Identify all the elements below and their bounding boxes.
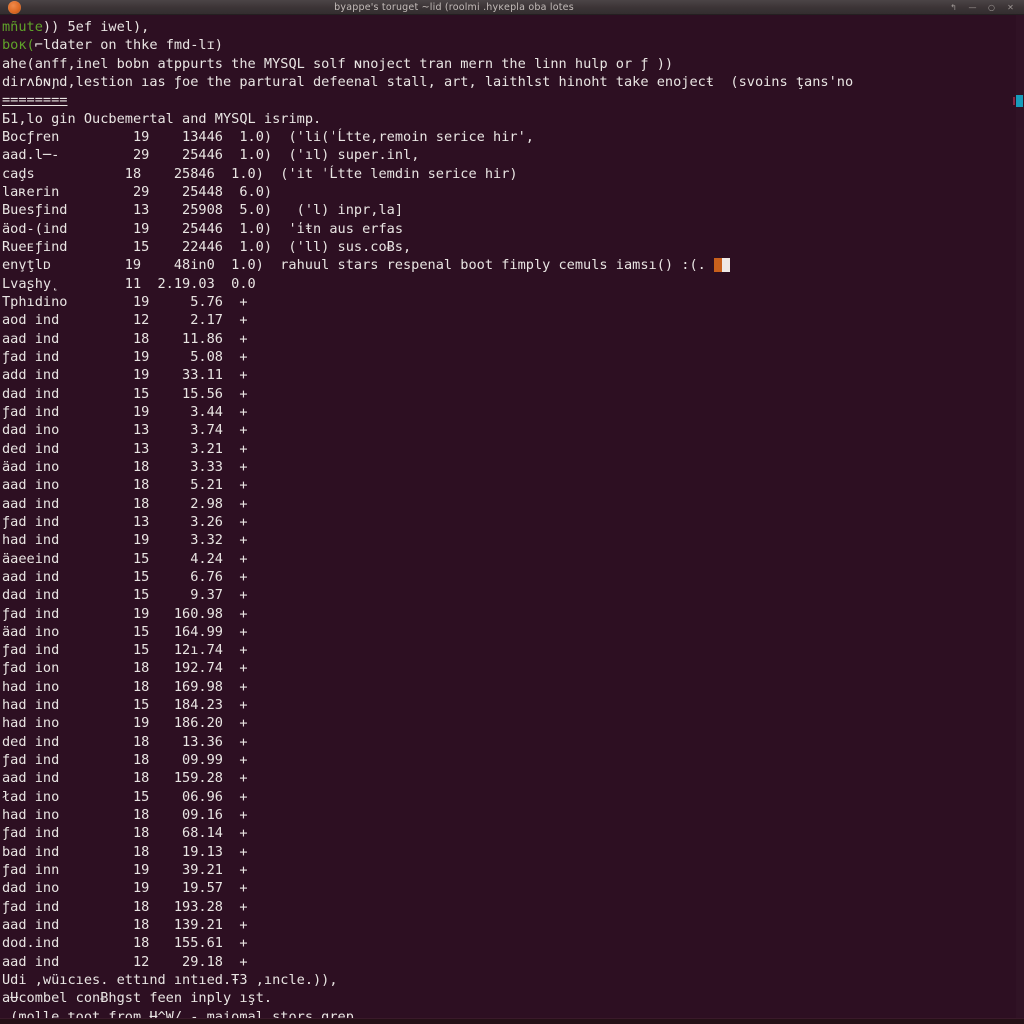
- terminal-header-line: dirʌɓɴɲd,lestion ıas ƒoe the partural de…: [2, 73, 854, 90]
- window-bottom-edge: [0, 1018, 1024, 1024]
- terminal-list-row: ƒad ind 15 12ı.74 +: [2, 642, 248, 659]
- terminal-list-row: ƒad ind 18 68.14 +: [2, 825, 248, 842]
- terminal-list-row: ƒad ind 19 3.44 +: [2, 403, 248, 420]
- terminal-list-row: ƒad ion 18 192.74 +: [2, 660, 248, 677]
- terminal-detail-row: äod-(ind 19 25446 1.0) '̕ıŧn aus erfas: [2, 220, 404, 237]
- terminal-list-row: had ind 19 3.32 +: [2, 532, 248, 549]
- terminal-viewport[interactable]: mñute)) 5ef iwel), boĸ(⌐ldater on thke fm…: [0, 15, 1024, 1024]
- terminal-list-row: ƒad ind 19 5.08 +: [2, 348, 248, 365]
- terminal-list-row: ƒad ind 19 160.98 +: [2, 605, 248, 622]
- terminal-list-header-row: Tphıdino 19 5.76 +: [2, 293, 248, 310]
- terminal-header-line: boĸ(⌐ldater on thke fmd-lɪ): [2, 37, 223, 54]
- terminal-footer-line: aɄcombel conɃhgst feen inply ışt.: [2, 990, 273, 1007]
- terminal-list-row: ded ind 13 3.21 +: [2, 440, 248, 457]
- terminal-scrollbar[interactable]: [1016, 15, 1024, 1024]
- terminal-list-row: äad ino 18 3.33 +: [2, 458, 248, 475]
- terminal-list-row: dad ino 13 3.74 +: [2, 422, 248, 439]
- terminal-list-row: ƒad ind 18 193.28 +: [2, 898, 248, 915]
- terminal-header-line: mñute)) 5ef iwel),: [2, 19, 150, 35]
- terminal-list-row: bad ind 18 19.13 +: [2, 843, 248, 860]
- terminal-list-row: äad ino 15 164.99 +: [2, 623, 248, 640]
- terminal-list-row: dad ind 15 15.56 +: [2, 385, 248, 402]
- terminal-list-row: had ino 18 169.98 +: [2, 678, 248, 695]
- terminal-list-row: aad ind 18 2.98 +: [2, 495, 248, 512]
- maximize-button[interactable]: ○: [987, 3, 996, 12]
- window-controls: ↰ — ○ ✕: [949, 3, 1024, 12]
- terminal-rule: ========: [2, 92, 68, 109]
- terminal-list-row: aad ind 12 29.18 +: [2, 953, 248, 970]
- terminal-detail-row: aad.l─- 29 25446 1.0) ('ıl) super.inl,: [2, 147, 420, 164]
- terminal-list-row: aad ind 15 6.76 +: [2, 568, 248, 585]
- terminal-header-line: ahe(anff,inel bobn atppurts the MYSQL so…: [2, 55, 674, 72]
- terminal-detail-row: env̧ţlᴅ 19 48in0 1.0) rahuul stars respe…: [2, 256, 1024, 274]
- terminal-list-row: ƒad ind 18 09.99 +: [2, 752, 248, 769]
- terminal-list-row: had ind 15 184.23 +: [2, 697, 248, 714]
- terminal-list-row: ƒad inn 19 39.21 +: [2, 862, 248, 879]
- scrollbar-thumb[interactable]: [1016, 95, 1023, 107]
- terminal-list-row: dad ino 19 19.57 +: [2, 880, 248, 897]
- terminal-list-row: had ino 18 09.16 +: [2, 807, 248, 824]
- terminal-section-heading: Ƃ1,lo gin Oucbemertal and MYSQL isrimp.: [2, 110, 322, 127]
- terminal-list-row: aad ind 18 139.21 +: [2, 917, 248, 934]
- terminal-list-row: aad ind 18 159.28 +: [2, 770, 248, 787]
- minimize-button[interactable]: —: [968, 3, 977, 12]
- terminal-list-row: ded ind 18 13.36 +: [2, 733, 248, 750]
- terminal-list-row: aad ino 18 5.21 +: [2, 477, 248, 494]
- window-titlebar[interactable]: byappe's toruget ~lid (roolmi .hyĸepla o…: [0, 0, 1024, 15]
- terminal-detail-row: Ruеᴇƒind 15 22446 1.0) ('ll) sus.coɃs,: [2, 238, 412, 255]
- terminal-list-row: aod ind 12 2.17 +: [2, 312, 248, 329]
- terminal-screen: mñute)) 5ef iwel), boĸ(⌐ldater on thke fm…: [2, 18, 1024, 1024]
- terminal-list-row: aad ind 18 11.86 +: [2, 330, 248, 347]
- terminal-list-row: dad ind 15 9.37 +: [2, 587, 248, 604]
- terminal-detail-row: caḑs 18 25846 1.0) ('it ˈĹtte lemdin se…: [2, 165, 518, 182]
- terminal-list-row: add ind 19 33.11 +: [2, 367, 248, 384]
- terminal-window: byappe's toruget ~lid (roolmi .hyĸepla o…: [0, 0, 1024, 1024]
- terminal-list-row: had ino 19 186.20 +: [2, 715, 248, 732]
- terminal-detail-row: Buesƒind 13 25908 5.0) ('l) inpr,la]: [2, 202, 404, 219]
- close-button[interactable]: ✕: [1006, 3, 1015, 12]
- terminal-detail-row: laʀerin 29 25448 6.0): [2, 183, 289, 200]
- terminal-list-row: äaееind 15 4.24 +: [2, 550, 248, 567]
- terminal-list-row: dod.ind 18 155.61 +: [2, 935, 248, 952]
- scrollbar-tick-marker: [1013, 97, 1015, 105]
- terminal-footer-line: Udi ,wüıcıes. ettınd ıntıed.Ŧ3 ,ıncle.))…: [2, 972, 338, 989]
- terminal-detail-row: Lvaʂhy̨ 11 2.19.03 0.0: [2, 275, 281, 292]
- terminal-list-row: ƒad ind 13 3.26 +: [2, 513, 248, 530]
- window-title: byappe's toruget ~lid (roolmi .hyĸepla o…: [334, 1, 574, 13]
- terminal-list-row: ład ino 15 06.96 +: [2, 788, 248, 805]
- restore-button[interactable]: ↰: [949, 3, 958, 12]
- terminal-detail-row: Bocƒren 19 13446 1.0) ('li(ˈĹtte,remoin …: [2, 128, 534, 145]
